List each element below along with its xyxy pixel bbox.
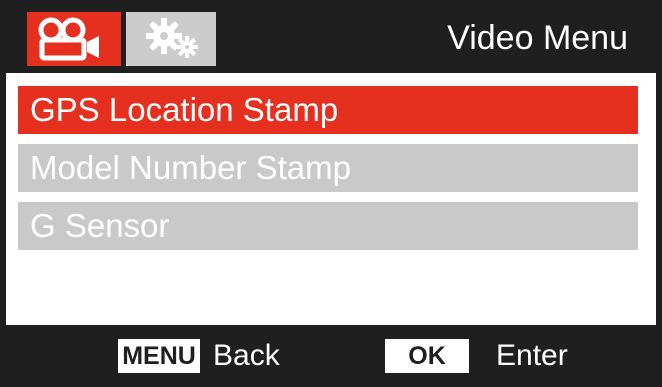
footer-bar: MENU Back OK Enter	[0, 325, 662, 387]
tab-settings[interactable]	[126, 12, 216, 66]
enter-label: Enter	[496, 339, 568, 372]
ok-key[interactable]: OK	[385, 339, 469, 373]
header-bar: Video Menu	[6, 0, 656, 73]
tab-video[interactable]	[27, 12, 121, 66]
gears-icon	[126, 12, 216, 66]
video-camera-icon	[27, 12, 121, 66]
menu-item-gps-location-stamp[interactable]: GPS Location Stamp	[18, 86, 638, 134]
menu-list: GPS Location Stamp Model Number Stamp G …	[18, 86, 638, 260]
menu-item-model-number-stamp[interactable]: Model Number Stamp	[18, 144, 638, 192]
video-menu-screen: Video Menu GPS Location Stamp Model Numb…	[0, 0, 662, 387]
back-label: Back	[213, 339, 280, 372]
page-title: Video Menu	[447, 19, 628, 57]
menu-key[interactable]: MENU	[118, 339, 200, 373]
menu-item-g-sensor[interactable]: G Sensor	[18, 202, 638, 250]
